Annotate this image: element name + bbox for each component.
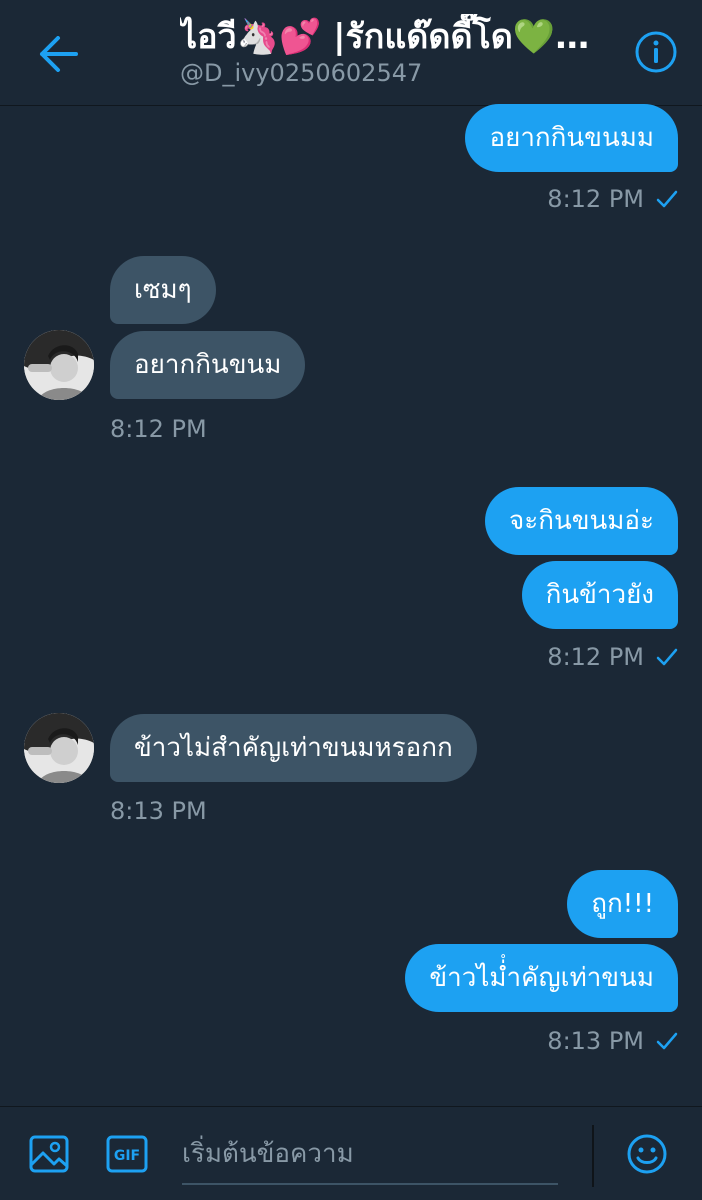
composer-divider bbox=[592, 1125, 594, 1187]
message-bubble-outgoing[interactable]: จะกินขนมอ่ะ bbox=[485, 487, 678, 555]
avatar[interactable] bbox=[24, 330, 94, 400]
message-bubble-incoming[interactable]: ข้าวไม่สำคัญเท่าขนมหรอกก bbox=[110, 714, 477, 782]
add-media-button[interactable] bbox=[28, 1133, 70, 1175]
checkmark-icon bbox=[656, 648, 678, 666]
checkmark-icon bbox=[656, 1032, 678, 1050]
emoji-button[interactable] bbox=[626, 1133, 668, 1175]
conversation-handle: @D_ivy0250602547 bbox=[180, 59, 423, 87]
message-timestamp: 8:12 PM bbox=[547, 642, 678, 672]
timestamp-text: 8:12 PM bbox=[547, 643, 644, 671]
arrow-left-icon bbox=[38, 36, 78, 76]
info-icon bbox=[634, 30, 678, 78]
gif-icon: GIF bbox=[106, 1135, 148, 1173]
message-bubble-incoming[interactable]: เซมๆ bbox=[110, 256, 216, 324]
message-bubble-outgoing[interactable]: อยากกินขนมม bbox=[465, 104, 678, 172]
back-button[interactable] bbox=[28, 30, 88, 82]
message-bubble-outgoing[interactable]: กินข้าวยัง bbox=[521, 561, 678, 629]
conversation-header: ไอวี🦄💕 |รักแด๊ดดี๊โด💚… @D_ivy0250602547 bbox=[0, 0, 702, 106]
avatar[interactable] bbox=[24, 713, 94, 783]
message-timestamp: 8:13 PM bbox=[547, 1026, 678, 1056]
message-composer: GIF bbox=[0, 1106, 702, 1200]
checkmark-icon bbox=[656, 190, 678, 208]
emoji-icon bbox=[626, 1134, 668, 1179]
message-timestamp: 8:12 PM bbox=[547, 184, 678, 214]
conversation-title-area[interactable]: ไอวี🦄💕 |รักแด๊ดดี๊โด💚… @D_ivy0250602547 bbox=[180, 14, 600, 88]
message-bubble-outgoing[interactable]: ข้าวไม่ํำคัญเท่าขนม bbox=[405, 944, 678, 1012]
message-bubble-outgoing[interactable]: ถูก!!! bbox=[567, 870, 678, 938]
info-button[interactable] bbox=[632, 30, 680, 78]
message-bubble-incoming[interactable]: อยากกินขนม bbox=[110, 331, 306, 399]
timestamp-text: 8:12 PM bbox=[547, 185, 644, 213]
message-timestamp: 8:12 PM bbox=[110, 415, 207, 443]
gif-label: GIF bbox=[114, 1148, 140, 1164]
timestamp-text: 8:13 PM bbox=[547, 1027, 644, 1055]
message-timestamp: 8:13 PM bbox=[110, 797, 207, 825]
conversation-title: ไอวี🦄💕 |รักแด๊ดดี๊โด💚… bbox=[180, 17, 590, 57]
message-input[interactable] bbox=[182, 1125, 558, 1185]
add-gif-button[interactable]: GIF bbox=[106, 1135, 148, 1173]
image-icon bbox=[28, 1135, 70, 1179]
